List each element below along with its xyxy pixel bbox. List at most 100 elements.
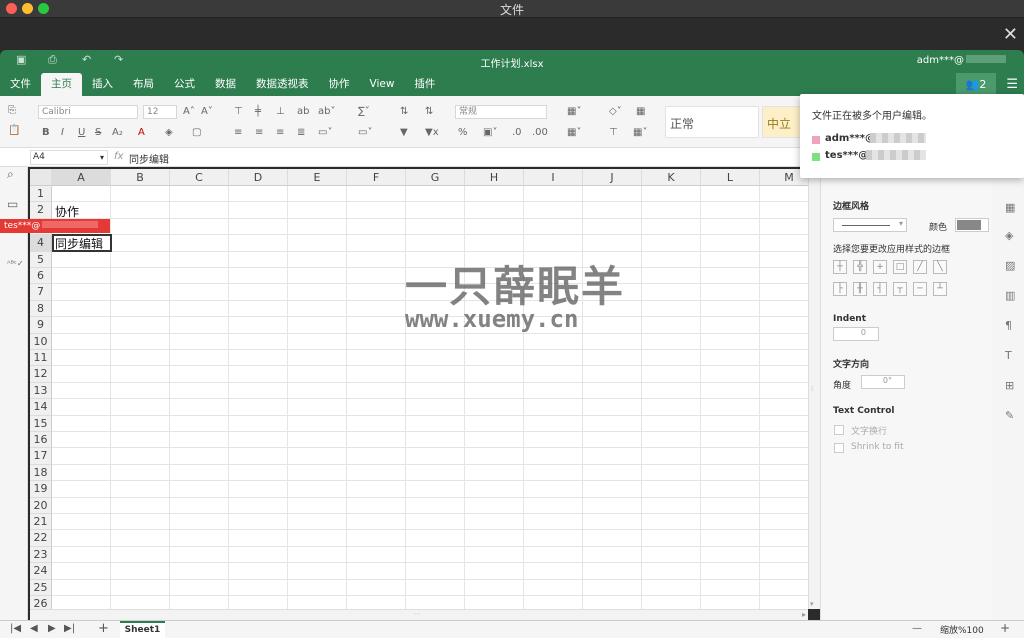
add-sheet-button[interactable]: + <box>98 621 109 636</box>
text-orient-icon[interactable]: ab <box>297 105 309 119</box>
row-header[interactable]: 5 <box>30 251 52 268</box>
style-neutral[interactable]: 中立 <box>762 106 802 138</box>
tab-insert[interactable]: 插入 <box>82 73 123 96</box>
angle-input[interactable]: 0° <box>861 375 905 389</box>
border-option-icon[interactable]: ┴ <box>933 282 947 296</box>
row-header[interactable]: 8 <box>30 300 52 318</box>
table-format-icon[interactable]: ▦˅ <box>633 126 647 140</box>
collaborators-button[interactable]: 👥2 <box>956 73 996 96</box>
image-icon[interactable]: ▨ <box>1005 259 1015 272</box>
row-header[interactable]: 25 <box>30 579 52 596</box>
sheet-tab[interactable]: Sheet1 <box>120 621 165 638</box>
formula-input[interactable]: 同步编辑 <box>129 151 169 166</box>
column-header[interactable]: F <box>347 169 406 186</box>
fill-color-icon[interactable]: ◈ <box>165 126 173 140</box>
scroll-down-icon[interactable]: ▾ <box>810 600 814 608</box>
font-color-icon[interactable]: A <box>138 126 145 140</box>
sum-icon[interactable]: ∑˅ <box>358 105 370 119</box>
column-header[interactable]: G <box>406 169 465 186</box>
shape-icon[interactable]: ◈ <box>1005 229 1013 242</box>
border-option-icon[interactable]: ╬ <box>853 260 867 274</box>
row-header[interactable]: 7 <box>30 284 52 301</box>
column-header[interactable]: C <box>170 169 229 186</box>
tab-formula[interactable]: 公式 <box>164 73 205 96</box>
style-normal[interactable]: 正常 <box>665 106 759 138</box>
cell-a2[interactable]: 协作 <box>55 203 79 220</box>
zoom-in-button[interactable]: + <box>1000 621 1010 635</box>
tab-collab[interactable]: 协作 <box>319 73 360 96</box>
insert-function-icon[interactable]: ▭˅ <box>358 126 372 140</box>
hamburger-menu-icon[interactable]: ☰ <box>1006 77 1018 92</box>
fx-icon[interactable]: fx <box>114 151 123 162</box>
border-option-icon[interactable]: + <box>873 260 887 274</box>
row-header[interactable]: 23 <box>30 546 52 564</box>
copy-icon[interactable]: ⎘ <box>8 104 16 118</box>
row-header[interactable]: 19 <box>30 481 52 498</box>
paste-icon[interactable]: 📋 <box>8 124 20 138</box>
signature-icon[interactable]: ✎ <box>1005 409 1014 422</box>
row-header[interactable]: 16 <box>30 432 52 449</box>
row-header[interactable]: 13 <box>30 382 52 400</box>
font-grow-icon[interactable]: A˄ <box>183 105 195 119</box>
align-center-icon[interactable]: ≡ <box>255 126 263 140</box>
row-header[interactable]: 20 <box>30 497 52 514</box>
last-sheet-icon[interactable]: ▶| <box>64 623 75 634</box>
filter-icon[interactable]: ▼ <box>400 126 408 140</box>
font-family-select[interactable]: Calibri <box>38 105 138 119</box>
border-option-icon[interactable]: ┤ <box>873 282 887 296</box>
pivot-icon[interactable]: ⊞ <box>1005 379 1014 392</box>
border-style-select[interactable]: ▾ <box>833 218 907 232</box>
column-header[interactable]: E <box>288 169 347 186</box>
strikethrough-icon[interactable]: S <box>95 126 101 140</box>
next-sheet-icon[interactable]: ▶ <box>48 623 56 634</box>
subscript-icon[interactable]: A₂ <box>112 126 123 140</box>
border-option-icon[interactable]: ─ <box>913 282 927 296</box>
insert-cells-icon[interactable]: ▦˅ <box>567 105 581 119</box>
decrease-decimal-icon[interactable]: .0 <box>512 126 522 140</box>
align-right-icon[interactable]: ≡ <box>276 126 284 140</box>
search-icon[interactable]: ⌕ <box>7 167 14 182</box>
row-header[interactable]: 17 <box>30 448 52 465</box>
delete-cells-icon[interactable]: ▦˅ <box>567 126 581 140</box>
row-header[interactable]: 10 <box>30 333 52 350</box>
align-top-icon[interactable]: ⊤ <box>234 105 243 119</box>
indent-input[interactable]: 0 <box>833 327 879 341</box>
border-option-icon[interactable]: ┬ <box>893 282 907 296</box>
border-option-icon[interactable]: ┼ <box>833 260 847 274</box>
first-sheet-icon[interactable]: |◀ <box>10 623 21 634</box>
tab-layout[interactable]: 布局 <box>123 73 164 96</box>
vertical-scrollbar[interactable]: ⁞ ▾ <box>808 169 820 609</box>
clear-icon[interactable]: ◇˅ <box>609 105 622 119</box>
clear-filter-icon[interactable]: ▼x <box>425 126 439 140</box>
align-middle-icon[interactable]: ╪ <box>255 105 261 119</box>
row-header[interactable]: 22 <box>30 530 52 547</box>
row-header[interactable]: 4 <box>30 235 52 252</box>
row-header[interactable]: 18 <box>30 464 52 482</box>
zoom-out-button[interactable]: — <box>912 623 922 634</box>
row-header[interactable]: 6 <box>30 268 52 285</box>
underline-icon[interactable]: U <box>78 126 85 140</box>
tab-plugins[interactable]: 插件 <box>404 73 445 96</box>
number-format-select[interactable]: 常规 <box>455 105 547 119</box>
row-header[interactable]: 2 <box>30 202 52 219</box>
close-icon[interactable]: ✕ <box>1003 24 1018 45</box>
column-header[interactable]: A <box>52 169 111 186</box>
column-header[interactable]: L <box>701 169 760 186</box>
border-option-icon[interactable]: □ <box>893 260 907 274</box>
row-header[interactable]: 12 <box>30 366 52 383</box>
spellcheck-icon[interactable]: ᴬᴮᶜ✓ <box>7 259 24 268</box>
horizontal-scrollbar[interactable]: ⋯ ▸ <box>30 609 808 620</box>
row-header[interactable]: 9 <box>30 317 52 334</box>
border-option-icon[interactable]: ├ <box>833 282 847 296</box>
text-art-icon[interactable]: T <box>1005 349 1012 362</box>
row-header[interactable]: 24 <box>30 563 52 580</box>
borders-icon[interactable]: ▢ <box>192 126 201 140</box>
tab-pivot[interactable]: 数据透视表 <box>246 73 319 96</box>
column-header[interactable]: B <box>111 169 170 186</box>
align-left-icon[interactable]: ≡ <box>234 126 242 140</box>
percent-icon[interactable]: % <box>458 126 468 140</box>
scroll-right-icon[interactable]: ▸ <box>802 610 806 619</box>
prev-sheet-icon[interactable]: ◀ <box>30 623 38 634</box>
border-option-icon[interactable]: ╱ <box>913 260 927 274</box>
spreadsheet-grid[interactable]: ABCDEFGHIJKLM 12345678910111213141516171… <box>30 169 808 609</box>
